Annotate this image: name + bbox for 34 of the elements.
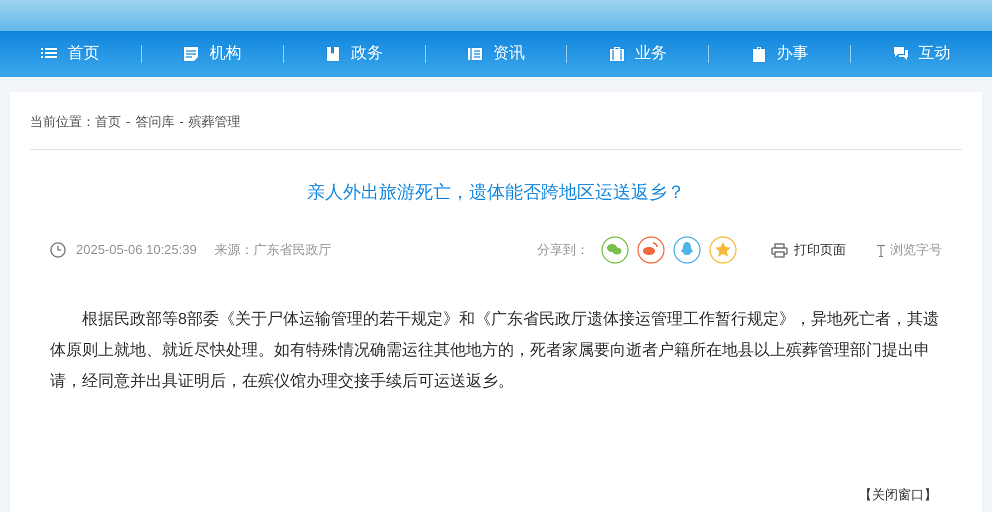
clip-icon <box>750 46 767 62</box>
chat-icon <box>892 46 909 62</box>
qq-share-icon[interactable] <box>673 236 701 264</box>
news-icon <box>467 46 483 62</box>
qzone-share-icon[interactable] <box>709 236 737 264</box>
font-size-button[interactable]: 浏览字号 <box>876 240 942 260</box>
article-body: 根据民政部等8部委《关于尸体运输管理的若干规定》和《广东省民政厅遗体接运管理工作暂行规定》，异地死亡者，其遗体原则上就地、就近尽快处理。如有特殊情况确需运往其他地方的，死者家属要向逝者户籍所在地县以上殡葬管理部门提出申请，经同意并出具证明后，在殡仪馆办理交接手续后可运送返乡。 <box>50 310 940 392</box>
case-icon <box>608 46 625 62</box>
breadcrumb-link[interactable]: 答问库 <box>135 112 174 132</box>
weibo-share-icon[interactable] <box>637 236 665 264</box>
close-window-link[interactable]: 【关闭窗口】 <box>859 484 937 504</box>
nav-item[interactable]: 资讯 <box>426 42 566 66</box>
text-icon <box>876 244 886 256</box>
nav-item[interactable]: 首页 <box>0 42 141 66</box>
breadcrumb-label: 当前位置： <box>30 113 95 132</box>
nav-item[interactable]: 互动 <box>851 42 992 66</box>
nav-item[interactable]: 办事 <box>709 42 850 66</box>
print-button[interactable]: 打印页面 <box>771 240 846 260</box>
share-label: 分享到： <box>537 241 589 260</box>
breadcrumb-separator: - <box>126 113 130 132</box>
book-icon <box>325 46 342 62</box>
article-source: 来源：广东省民政厅 <box>214 241 332 260</box>
nav-item[interactable]: 业务 <box>567 42 708 66</box>
printer-icon <box>771 242 788 258</box>
clock-icon <box>50 242 66 258</box>
breadcrumb-link[interactable]: 殡葬管理 <box>188 112 241 132</box>
breadcrumb-link[interactable]: 首页 <box>95 112 121 132</box>
doc-icon <box>183 46 200 62</box>
article-title: 亲人外出旅游死亡，遗体能否跨地区运送返乡？ <box>306 181 686 204</box>
breadcrumb-separator: - <box>179 113 184 132</box>
nav-item[interactable]: 政务 <box>284 42 425 66</box>
nav-item[interactable]: 机构 <box>142 42 283 66</box>
publish-date: 2025-05-06 10:25:39 <box>76 241 197 260</box>
wechat-share-icon[interactable] <box>601 236 629 264</box>
